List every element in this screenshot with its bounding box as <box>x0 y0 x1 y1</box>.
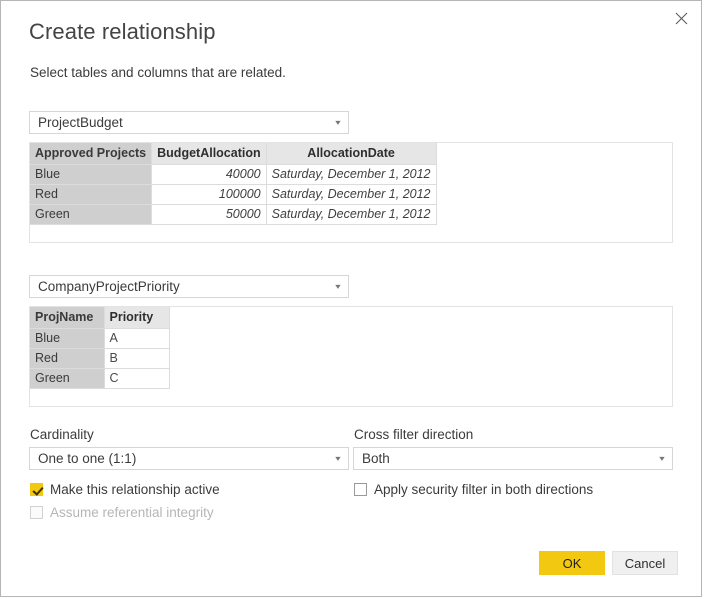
table1-cell-2-2: Saturday, December 1, 2012 <box>266 204 436 224</box>
apply-security-filter-label: Apply security filter in both directions <box>374 482 593 497</box>
table2-cell-0-1: A <box>104 328 169 348</box>
table2-cell-1-0: Red <box>30 348 104 368</box>
crossfilter-label: Cross filter direction <box>354 427 473 442</box>
assume-referential-integrity-label: Assume referential integrity <box>50 505 214 520</box>
create-relationship-dialog: Create relationship Select tables and co… <box>0 0 702 597</box>
cardinality-select[interactable]: One to one (1:1) ▾ <box>29 447 349 470</box>
table2-cell-1-1: B <box>104 348 169 368</box>
table1-header-row: Approved Projects BudgetAllocation Alloc… <box>30 143 436 164</box>
apply-security-filter-checkbox[interactable]: Apply security filter in both directions <box>354 482 593 497</box>
table-row: Blue 40000 Saturday, December 1, 2012 <box>30 164 436 184</box>
ok-button[interactable]: OK <box>539 551 605 575</box>
table2-grid: ProjName Priority Blue A Red B Green C <box>30 307 170 407</box>
table1-cell-1-0: Red <box>30 184 152 204</box>
page-title: Create relationship <box>29 19 216 45</box>
cardinality-label: Cardinality <box>30 427 94 442</box>
dialog-subtitle: Select tables and columns that are relat… <box>30 65 286 80</box>
checkmark-icon[interactable] <box>30 483 43 496</box>
table2-column-header-0[interactable]: ProjName <box>30 307 104 328</box>
table1-grid: Approved Projects BudgetAllocation Alloc… <box>30 143 437 243</box>
table1-cell-0-2: Saturday, December 1, 2012 <box>266 164 436 184</box>
table1-column-header-2[interactable]: AllocationDate <box>266 143 436 164</box>
table1-cell-1-2: Saturday, December 1, 2012 <box>266 184 436 204</box>
table1-column-header-0[interactable]: Approved Projects <box>30 143 152 164</box>
chevron-down-icon: ▾ <box>325 455 352 463</box>
make-relationship-active-label: Make this relationship active <box>50 482 220 497</box>
table-row: Green 50000 Saturday, December 1, 2012 <box>30 204 436 224</box>
table1-cell-2-0: Green <box>30 204 152 224</box>
table2-column-header-1[interactable]: Priority <box>104 307 169 328</box>
table1-column-header-1[interactable]: BudgetAllocation <box>152 143 266 164</box>
table2-blank-row <box>30 388 169 407</box>
chevron-down-icon: ▾ <box>325 283 352 291</box>
table1-cell-0-1: 40000 <box>152 164 266 184</box>
chevron-down-icon: ▾ <box>649 455 676 463</box>
checkbox-icon[interactable] <box>354 483 367 496</box>
crossfilter-select[interactable]: Both ▾ <box>353 447 673 470</box>
table1-blank-row <box>30 224 436 243</box>
table2-cell-2-1: C <box>104 368 169 388</box>
table2-cell-0-0: Blue <box>30 328 104 348</box>
table1-cell-1-1: 100000 <box>152 184 266 204</box>
checkbox-icon <box>30 506 43 519</box>
table1-cell-0-0: Blue <box>30 164 152 184</box>
table1-select-value: ProjectBudget <box>30 115 328 130</box>
close-icon[interactable] <box>664 3 698 33</box>
cancel-button[interactable]: Cancel <box>612 551 678 575</box>
table2-select-value: CompanyProjectPriority <box>30 279 328 294</box>
table-row: Green C <box>30 368 169 388</box>
table2-header-row: ProjName Priority <box>30 307 169 328</box>
table1-select[interactable]: ProjectBudget ▾ <box>29 111 349 134</box>
assume-referential-integrity-checkbox: Assume referential integrity <box>30 505 214 520</box>
table2-cell-2-0: Green <box>30 368 104 388</box>
make-relationship-active-checkbox[interactable]: Make this relationship active <box>30 482 220 497</box>
crossfilter-select-value: Both <box>354 451 652 466</box>
table1-cell-2-1: 50000 <box>152 204 266 224</box>
table2-preview[interactable]: ProjName Priority Blue A Red B Green C <box>29 306 673 407</box>
chevron-down-icon: ▾ <box>325 119 352 127</box>
cardinality-select-value: One to one (1:1) <box>30 451 328 466</box>
table-row: Red B <box>30 348 169 368</box>
table2-select[interactable]: CompanyProjectPriority ▾ <box>29 275 349 298</box>
table1-preview[interactable]: Approved Projects BudgetAllocation Alloc… <box>29 142 673 243</box>
table-row: Blue A <box>30 328 169 348</box>
table-row: Red 100000 Saturday, December 1, 2012 <box>30 184 436 204</box>
